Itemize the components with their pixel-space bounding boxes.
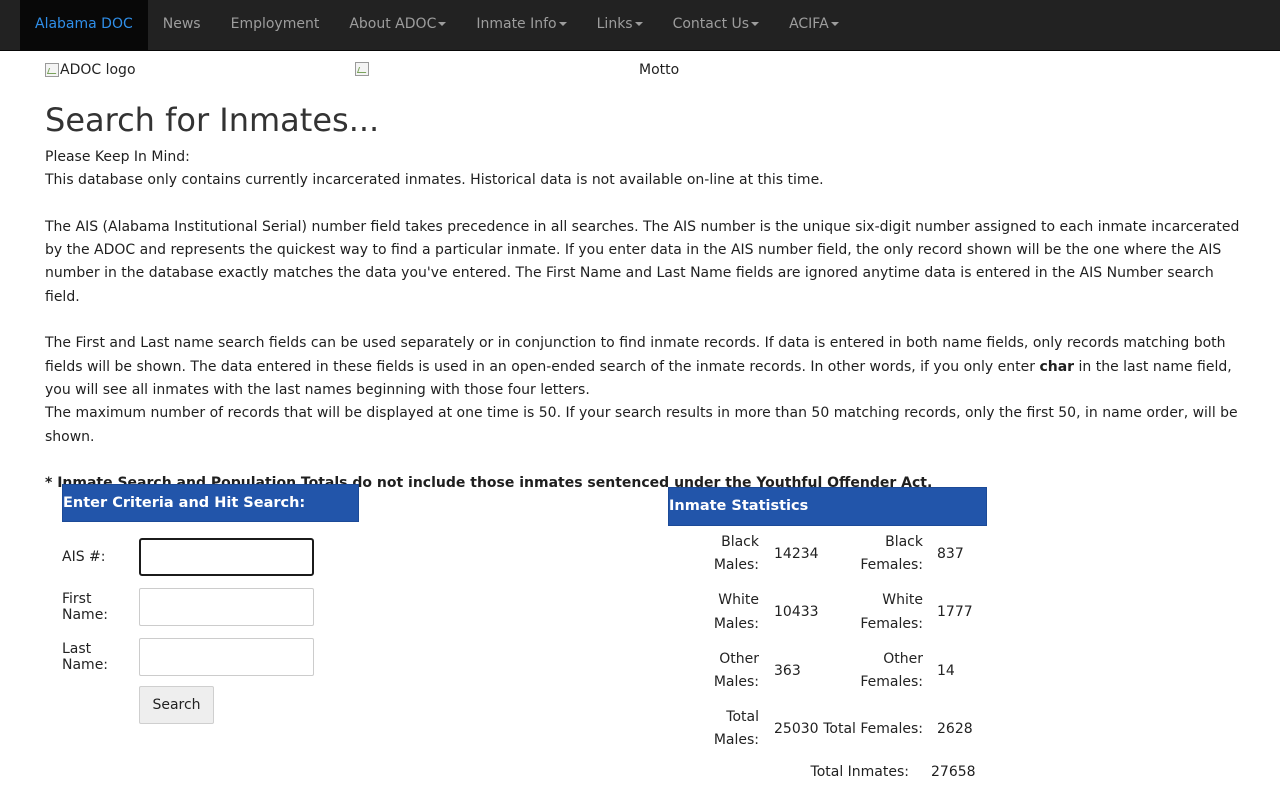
white-females-label: White Females:: [860, 592, 923, 632]
nav-label: About ADOC: [349, 16, 437, 32]
page-title: Search for Inmates...: [45, 101, 380, 139]
total-males-label: Total Males:: [713, 708, 759, 749]
last-name-label: Last Name:: [62, 641, 109, 673]
caret-down-icon: [558, 22, 567, 26]
para-max-records: The maximum number of records that will …: [45, 405, 1238, 445]
stat-row-white: White Males: 10433 White Females: 1777: [668, 584, 987, 642]
total-males-value: 25030: [774, 720, 819, 737]
total-inmates-label: Total Inmates:: [810, 764, 909, 781]
last-name-input[interactable]: [139, 638, 314, 676]
stats-header: Inmate Statistics: [668, 487, 987, 526]
white-males-value: 10433: [774, 604, 819, 621]
para-bold-example: char: [1039, 358, 1075, 375]
para-ais-info: The AIS (Alabama Institutional Serial) n…: [45, 218, 1240, 305]
para-name-search: The First and Last name search fields ca…: [45, 332, 1245, 402]
other-females-value: 14: [937, 662, 955, 679]
nav-label: News: [162, 16, 201, 32]
search-form: Enter Criteria and Hit Search: AIS #: Fi…: [62, 484, 359, 724]
nav-employment[interactable]: Employment: [216, 0, 335, 50]
nav-label: Inmate Info: [476, 16, 557, 32]
keep-in-mind-label: Please Keep In Mind:: [45, 149, 190, 165]
nav-inmate-info[interactable]: Inmate Info: [461, 0, 581, 50]
nav-label: Links: [596, 16, 633, 32]
caret-down-icon: [830, 22, 839, 26]
caret-down-icon: [634, 22, 643, 26]
total-females-label: Total Females:: [823, 720, 923, 737]
adoc-logo-image: ADOC logo: [45, 62, 136, 78]
broken-image-icon: [45, 63, 59, 77]
caret-down-icon: [438, 22, 447, 26]
total-females-value: 2628: [937, 720, 973, 737]
search-form-header: Enter Criteria and Hit Search:: [62, 484, 359, 522]
nav-label: ACIFA: [789, 16, 829, 32]
para-database-note: This database only contains currently in…: [45, 172, 824, 189]
other-females-label: Other Females:: [860, 650, 923, 690]
last-name-row: Last Name:: [62, 636, 359, 678]
motto-image-alt: Motto: [639, 62, 680, 78]
nav-label: Employment: [230, 16, 320, 32]
logo-alt-text: ADOC logo: [60, 62, 136, 78]
black-females-value: 837: [937, 546, 964, 562]
total-inmates-value: 27658: [931, 764, 976, 781]
stat-row-other: Other Males: 363 Other Females: 14: [668, 643, 987, 701]
nav-label: Alabama DOC: [35, 16, 133, 32]
black-males-value: 14234: [774, 546, 819, 562]
broken-image-icon: [355, 62, 369, 76]
stat-row-total-inmates: Total Inmates: 27658: [668, 759, 987, 799]
inmate-statistics-table: Inmate Statistics Black Males: 14234 Bla…: [668, 487, 987, 799]
first-name-row: First Name:: [62, 586, 359, 628]
nav-brand-alabama-doc[interactable]: Alabama DOC: [20, 0, 148, 50]
first-name-input[interactable]: [139, 588, 314, 626]
nav-contact-us[interactable]: Contact Us: [658, 0, 774, 50]
other-males-value: 363: [774, 662, 801, 679]
caret-down-icon: [751, 22, 760, 26]
nav-news[interactable]: News: [148, 0, 216, 50]
stat-row-totals: Total Males: 25030 Total Females: 2628: [668, 701, 987, 759]
black-females-label: Black Females:: [860, 534, 923, 574]
other-males-label: Other Males:: [713, 650, 759, 690]
ais-label: AIS #:: [62, 549, 106, 565]
white-females-value: 1777: [937, 604, 973, 621]
ais-row: AIS #:: [62, 536, 359, 578]
first-name-label: First Name:: [62, 591, 109, 623]
main-content: Search for Inmates... Please Keep In Min…: [45, 100, 1245, 495]
search-button[interactable]: Search: [139, 686, 214, 724]
top-navbar: Alabama DOC News Employment About ADOC I…: [0, 0, 1280, 51]
white-males-label: White Males:: [713, 592, 759, 632]
nav-acifa[interactable]: ACIFA: [774, 0, 854, 50]
ais-number-input[interactable]: [139, 538, 314, 576]
nav-label: Contact Us: [672, 16, 750, 32]
stat-row-black: Black Males: 14234 Black Females: 837: [668, 526, 987, 584]
black-males-label: Black Males:: [713, 534, 759, 574]
nav-links[interactable]: Links: [582, 0, 658, 50]
nav-about-adoc[interactable]: About ADOC: [334, 0, 461, 50]
